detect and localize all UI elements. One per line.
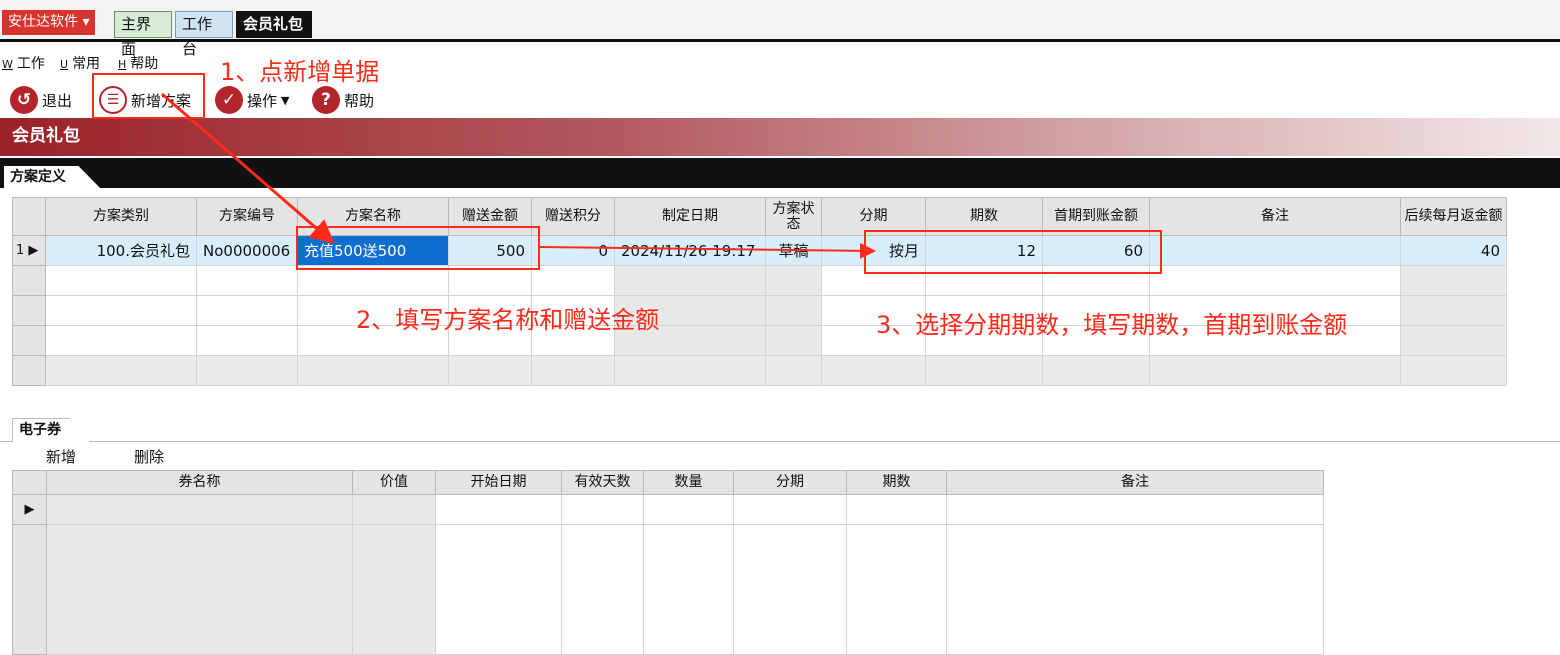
arrow-to-installment: [539, 242, 876, 259]
annotation-arrows: [161, 92, 876, 259]
arrow-to-name-cell: [161, 92, 335, 244]
